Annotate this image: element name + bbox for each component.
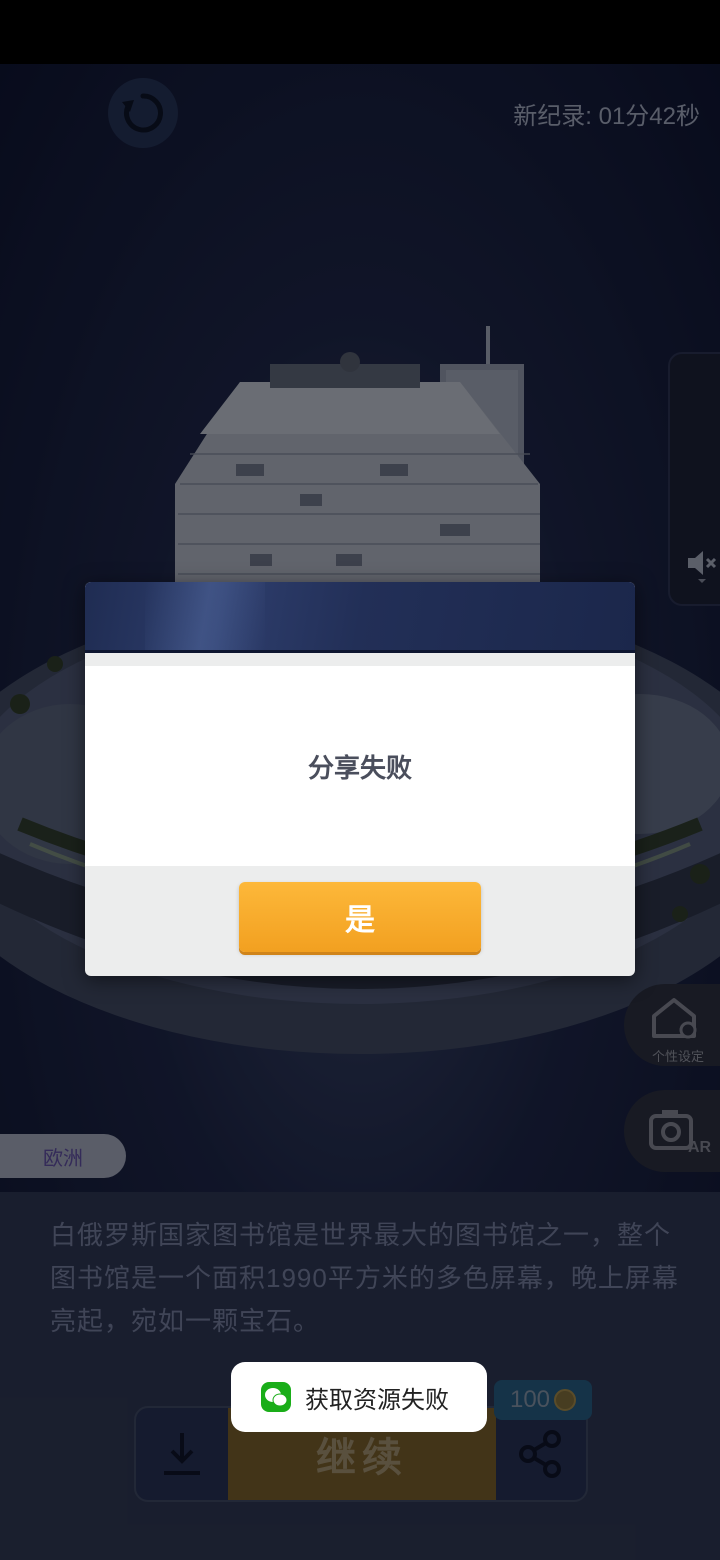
confirm-button[interactable]: 是 (239, 882, 481, 952)
share-failed-dialog: 分享失败 是 (85, 582, 635, 976)
dialog-message: 分享失败 (307, 752, 412, 783)
mute-icon (688, 551, 717, 583)
record-time: 新纪录: 01分42秒 (513, 103, 700, 130)
home-settings-icon (652, 998, 697, 1039)
refresh-button[interactable] (108, 78, 178, 148)
ar-camera-icon: AR (649, 1110, 712, 1154)
toast: 获取资源失败 (231, 1362, 487, 1432)
svg-text:AR: AR (688, 1139, 712, 1154)
coin-count: 100 (509, 1386, 551, 1413)
landmark-description: 白俄罗斯国家图书馆是世界最大的图书馆之一，整个图书馆是一个面积1990平方米的多… (50, 1220, 679, 1336)
dialog-header (85, 582, 635, 653)
wechat-icon (261, 1382, 291, 1412)
region-label: 欧洲 (43, 1147, 83, 1170)
status-bar (0, 0, 720, 64)
toast-message: 获取资源失败 (305, 1386, 449, 1414)
ar-camera-button[interactable]: AR (624, 1090, 720, 1172)
coin-icon (554, 1389, 577, 1411)
personal-settings-label: 个性设定 (652, 1049, 705, 1064)
mute-button[interactable] (686, 548, 720, 584)
download-icon (164, 1433, 200, 1475)
refresh-icon (122, 93, 163, 133)
region-tag: 欧洲 (0, 1134, 126, 1178)
header-stripe (145, 582, 265, 650)
share-button[interactable] (496, 1408, 586, 1500)
coin-badge: 100 (494, 1380, 592, 1420)
dialog-body: 分享失败 (85, 666, 635, 866)
share-icon (519, 1430, 561, 1478)
personal-settings-button[interactable]: 个性设定 (624, 984, 720, 1066)
download-button[interactable] (136, 1408, 228, 1500)
